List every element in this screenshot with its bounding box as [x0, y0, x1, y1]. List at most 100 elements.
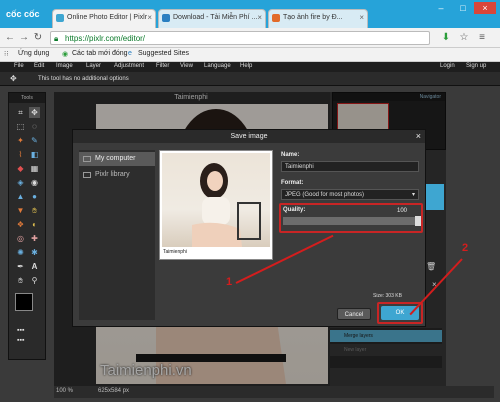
bookmarks-bar: ⁝⁝ Ứng dụng ◉ Các tab mới đóng e Suggest… [0, 48, 500, 62]
source-label: Pixlr library [95, 171, 130, 178]
extension-icon[interactable]: ⬇ [440, 31, 452, 45]
menu-view[interactable]: View [180, 63, 193, 69]
smudge-icon[interactable]: ✋︎ [29, 205, 40, 216]
zoom-icon[interactable]: ⚲ [29, 275, 40, 286]
close-tab-icon[interactable]: × [359, 13, 364, 22]
trash-icon[interactable]: 🗑︎ [426, 262, 444, 272]
browser-tab-bar: cốc cốc Online Photo Editor | Pixlr × Do… [0, 0, 500, 28]
computer-icon [83, 156, 91, 162]
close-dialog-icon[interactable]: × [416, 130, 421, 143]
url-input[interactable]: 🔒︎ https://pixlr.com/editor/ [50, 31, 430, 45]
menu-help[interactable]: Help [240, 63, 252, 69]
menu-adjustment[interactable]: Adjustment [114, 63, 144, 69]
menu-filter[interactable]: Filter [156, 63, 169, 69]
preview-caption: Taimienphi [163, 249, 187, 255]
image-preview: Taimienphi [159, 150, 273, 260]
redeye-icon[interactable]: ◎ [15, 233, 26, 244]
brush-icon[interactable]: ⌇ [15, 149, 26, 160]
preview-photo [162, 153, 270, 247]
back-icon[interactable]: ← [4, 31, 16, 45]
bucket-icon[interactable]: ◆ [15, 163, 26, 174]
hand-icon[interactable]: ✋︎ [15, 275, 26, 286]
menu-image[interactable]: Image [56, 63, 73, 69]
tools-panel: Tools ⌗ ✥ ⬚ ◌ ✦ ✎ ⌇ ◧ ◆ ▦ ◈ ◉ ▲ ● ▼ ✋︎ ❖… [8, 92, 46, 360]
eraser-icon[interactable]: ◧ [29, 149, 40, 160]
menu-file[interactable]: File [14, 63, 24, 69]
t-favicon [162, 14, 170, 22]
format-label: Format: [281, 180, 304, 186]
menu-edit[interactable]: Edit [34, 63, 44, 69]
foreground-color-swatch[interactable] [15, 293, 33, 311]
tab-title: Tạo ảnh fire by Đ... [283, 14, 343, 21]
tab-title: Online Photo Editor | Pixlr [67, 14, 148, 21]
quality-slider-handle[interactable] [415, 216, 421, 226]
type-icon[interactable]: A [29, 261, 40, 272]
close-window-icon[interactable]: × [474, 2, 496, 14]
grid-icon[interactable]: ▪▪▪ [17, 327, 39, 337]
annotation-number-1: 1 [226, 276, 233, 288]
preview-illustration [192, 163, 261, 247]
file-size: Size: 303 KB [373, 293, 402, 299]
close-tab-icon[interactable]: × [147, 13, 152, 22]
recent-tabs-icon: ◉ [62, 51, 69, 58]
signup-link[interactable]: Sign up [466, 63, 486, 69]
marquee-icon[interactable]: ⬚ [15, 121, 26, 132]
pencil-icon[interactable]: ✎ [29, 135, 40, 146]
image-dimensions: 625x584 px [98, 388, 130, 394]
source-my-computer[interactable]: My computer [79, 152, 155, 166]
minimize-icon[interactable]: – [430, 2, 452, 14]
pinch-icon[interactable]: ✱ [29, 247, 40, 258]
annotation-number-2: 2 [462, 242, 469, 254]
gradient-icon[interactable]: ▦ [29, 163, 40, 174]
quality-slider[interactable] [283, 217, 419, 225]
star-icon[interactable]: ☆ [458, 31, 470, 45]
tab-pixlr[interactable]: Online Photo Editor | Pixlr × [52, 9, 156, 28]
forward-icon[interactable]: → [18, 31, 30, 45]
maximize-icon[interactable]: □ [452, 2, 474, 14]
clone-icon[interactable]: ◈ [15, 177, 26, 188]
chevron-down-icon: ▾ [411, 192, 415, 198]
menu-layer[interactable]: Layer [86, 63, 101, 69]
move-icon[interactable]: ✥ [29, 107, 40, 118]
menu-language[interactable]: Language [204, 63, 231, 69]
close-tab-icon[interactable]: × [257, 13, 262, 22]
ie-icon: e [128, 50, 132, 57]
bookmark-suggested[interactable]: Suggested Sites [138, 50, 189, 57]
tab-download[interactable]: Download - Tải Miễn Phí ... × [158, 9, 266, 28]
bookmark-recent-tabs[interactable]: Các tab mới đóng [72, 50, 128, 57]
tab-third[interactable]: Tạo ảnh fire by Đ... × [268, 9, 368, 28]
site-favicon [272, 14, 280, 22]
colorpicker-icon[interactable]: ✒ [15, 261, 26, 272]
reload-icon[interactable]: ↻ [32, 31, 44, 45]
login-link[interactable]: Login [440, 63, 455, 69]
menu-icon[interactable]: ≡ [476, 31, 488, 45]
spot-heal-icon[interactable]: ✚ [29, 233, 40, 244]
dodge-icon[interactable]: ◐ [29, 219, 40, 230]
apps-icon[interactable]: ⁝⁝ [4, 50, 8, 58]
drawing-icon[interactable]: ▲ [15, 191, 26, 202]
name-input[interactable]: Taimienphi [281, 161, 419, 172]
source-label: My computer [95, 155, 136, 162]
grid-icon[interactable]: ▪▪▪ [17, 337, 39, 347]
format-select[interactable]: JPEG (Good for most photos) ▾ [281, 189, 419, 200]
library-icon [83, 172, 91, 178]
tool-options-bar: ✥ This tool has no additional options [0, 72, 500, 86]
wand-icon[interactable]: ✦ [15, 135, 26, 146]
app-menu-bar: File Edit Image Layer Adjustment Filter … [0, 62, 500, 72]
crop-icon[interactable]: ⌗ [15, 107, 26, 118]
format-value: JPEG (Good for most photos) [285, 192, 365, 198]
tool-options-message: This tool has no additional options [38, 76, 129, 82]
bloat-icon[interactable]: ✺ [15, 247, 26, 258]
source-pixlr-library[interactable]: Pixlr library [79, 168, 155, 182]
sponge-icon[interactable]: ❖ [15, 219, 26, 230]
sharpen-icon[interactable]: ▼ [15, 205, 26, 216]
status-bar: 100 % 625x584 px [54, 386, 494, 398]
colorreplace-icon[interactable]: ◉ [29, 177, 40, 188]
url-text: https://pixlr.com/editor/ [65, 34, 146, 43]
blur-icon[interactable]: ● [29, 191, 40, 202]
save-image-dialog: Save image × My computer Pixlr library T… [72, 129, 426, 327]
address-bar: ← → ↻ 🔒︎ https://pixlr.com/editor/ ⬇ ☆ ≡ [0, 28, 500, 48]
cancel-button[interactable]: Cancel [337, 308, 371, 320]
bookmark-apps[interactable]: Ứng dụng [18, 50, 49, 57]
lasso-icon[interactable]: ◌ [29, 121, 40, 132]
